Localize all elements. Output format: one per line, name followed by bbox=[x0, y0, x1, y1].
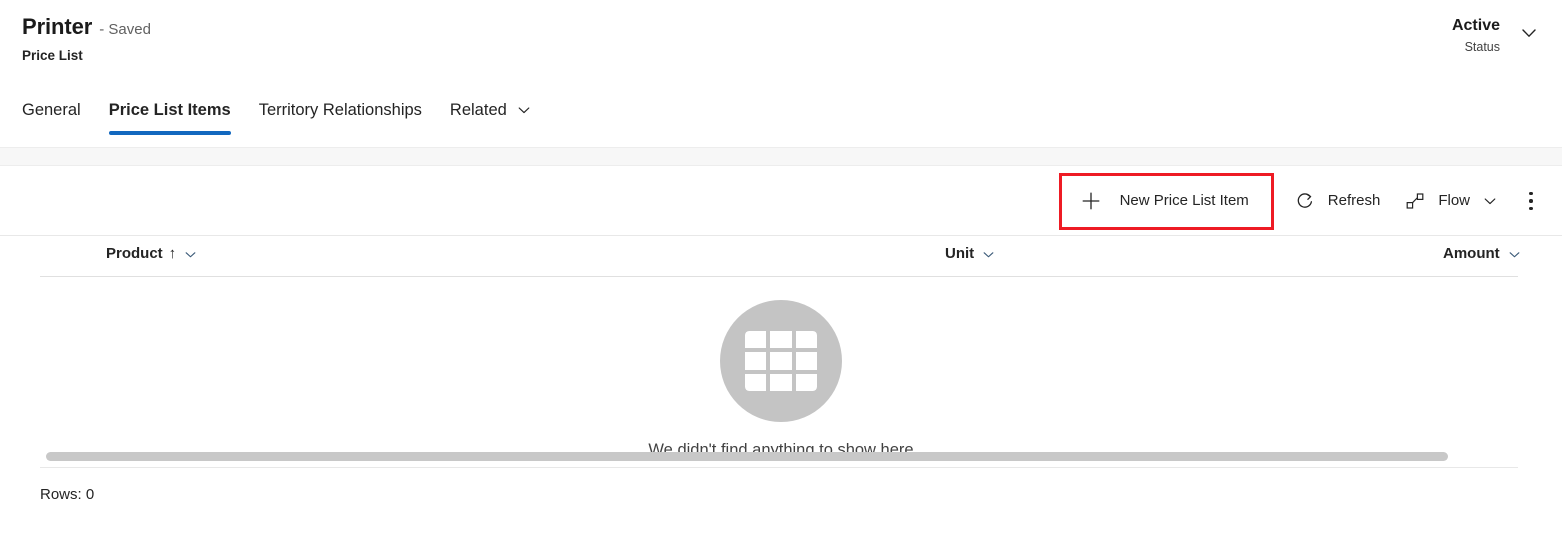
horizontal-scrollbar[interactable] bbox=[0, 449, 1562, 463]
section-separator-band bbox=[0, 147, 1562, 166]
column-header-amount[interactable]: Amount bbox=[1443, 244, 1522, 264]
page-title: Printer bbox=[22, 14, 93, 39]
tab-related-label: Related bbox=[449, 101, 507, 119]
refresh-label: Refresh bbox=[1327, 192, 1381, 209]
save-state-label: - Saved bbox=[99, 21, 151, 38]
grid-cell bbox=[770, 331, 792, 349]
grid-cell bbox=[745, 352, 767, 370]
column-header-unit-label: Unit bbox=[945, 245, 975, 262]
tab-related-content: Related bbox=[450, 98, 532, 122]
grid-empty-state: We didn't find anything to show here bbox=[0, 300, 1562, 461]
tab-territory-relationships-label: Territory Relationships bbox=[258, 101, 422, 119]
column-header-product[interactable]: Product ↑ bbox=[106, 244, 198, 264]
column-header-unit[interactable]: Unit bbox=[945, 244, 996, 264]
tab-general[interactable]: General bbox=[22, 88, 95, 122]
new-price-list-item-label: New Price List Item bbox=[1119, 192, 1249, 209]
grid-cell bbox=[745, 331, 767, 349]
grid-cell bbox=[795, 331, 817, 349]
record-header-left: Printer - Saved Price List bbox=[22, 14, 151, 65]
flow-chevron-down-icon bbox=[1482, 193, 1498, 209]
column-header-amount-label: Amount bbox=[1443, 245, 1500, 262]
record-title-line: Printer - Saved bbox=[22, 14, 151, 40]
horizontal-scrollbar-thumb[interactable] bbox=[46, 452, 1448, 461]
record-header-right: Active Status bbox=[1452, 14, 1540, 55]
tab-related-chevron-down-icon bbox=[516, 102, 532, 118]
grid-column-headers: Product ↑ Unit Amount bbox=[0, 236, 1562, 277]
status-block: Active Status bbox=[1452, 14, 1500, 55]
command-bar-items: New Price List Item Refresh Flow bbox=[1058, 167, 1548, 235]
tab-general-label: General bbox=[22, 101, 81, 119]
column-header-unit-chevron-down-icon[interactable] bbox=[981, 247, 996, 262]
tab-related[interactable]: Related bbox=[436, 88, 546, 122]
refresh-icon bbox=[1294, 190, 1316, 212]
plus-icon bbox=[1080, 190, 1102, 212]
flow-icon bbox=[1404, 190, 1426, 212]
new-price-list-item-button[interactable]: New Price List Item bbox=[1076, 181, 1257, 221]
tab-active-indicator bbox=[108, 131, 231, 135]
table-grid-icon-glyph bbox=[745, 331, 817, 391]
flow-button[interactable]: Flow bbox=[1392, 181, 1510, 221]
kebab-dot bbox=[1529, 206, 1533, 211]
refresh-button[interactable]: Refresh bbox=[1282, 181, 1393, 221]
header-chevron-down-icon[interactable] bbox=[1518, 14, 1540, 44]
tab-list: General Price List Items Territory Relat… bbox=[22, 88, 546, 147]
grid-cell bbox=[795, 352, 817, 370]
flow-label: Flow bbox=[1438, 192, 1470, 209]
grid-cell bbox=[770, 352, 792, 370]
price-list-items-grid: Product ↑ Unit Amount We didn't find any… bbox=[0, 236, 1562, 533]
column-header-product-label: Product bbox=[106, 245, 163, 262]
grid-header-divider bbox=[40, 276, 1518, 277]
arrow-up-icon: ↑ bbox=[168, 245, 177, 262]
column-header-product-chevron-down-icon[interactable] bbox=[183, 247, 198, 262]
tab-territory-relationships[interactable]: Territory Relationships bbox=[245, 88, 436, 122]
row-count-label: Rows: 0 bbox=[40, 486, 95, 503]
tab-strip: General Price List Items Territory Relat… bbox=[0, 88, 1562, 147]
command-bar: New Price List Item Refresh Flow bbox=[0, 167, 1562, 236]
column-header-amount-chevron-down-icon[interactable] bbox=[1507, 247, 1522, 262]
grid-bottom-divider bbox=[40, 467, 1518, 468]
new-price-list-item-highlight-box: New Price List Item bbox=[1058, 172, 1274, 230]
status-badge: Active bbox=[1451, 17, 1500, 34]
entity-type-label: Price List bbox=[22, 48, 83, 63]
grid-cell bbox=[770, 373, 792, 391]
table-grid-icon bbox=[720, 300, 842, 422]
record-header: Printer - Saved Price List Active Status bbox=[0, 0, 1562, 88]
tab-price-list-items-label: Price List Items bbox=[108, 101, 231, 119]
grid-cell bbox=[795, 373, 817, 391]
kebab-dot bbox=[1529, 191, 1533, 196]
grid-cell bbox=[745, 373, 767, 391]
more-vertical-icon[interactable] bbox=[1514, 181, 1548, 221]
kebab-dot bbox=[1529, 199, 1533, 203]
tab-price-list-items[interactable]: Price List Items bbox=[95, 88, 245, 135]
status-caption: Status bbox=[1464, 40, 1500, 54]
